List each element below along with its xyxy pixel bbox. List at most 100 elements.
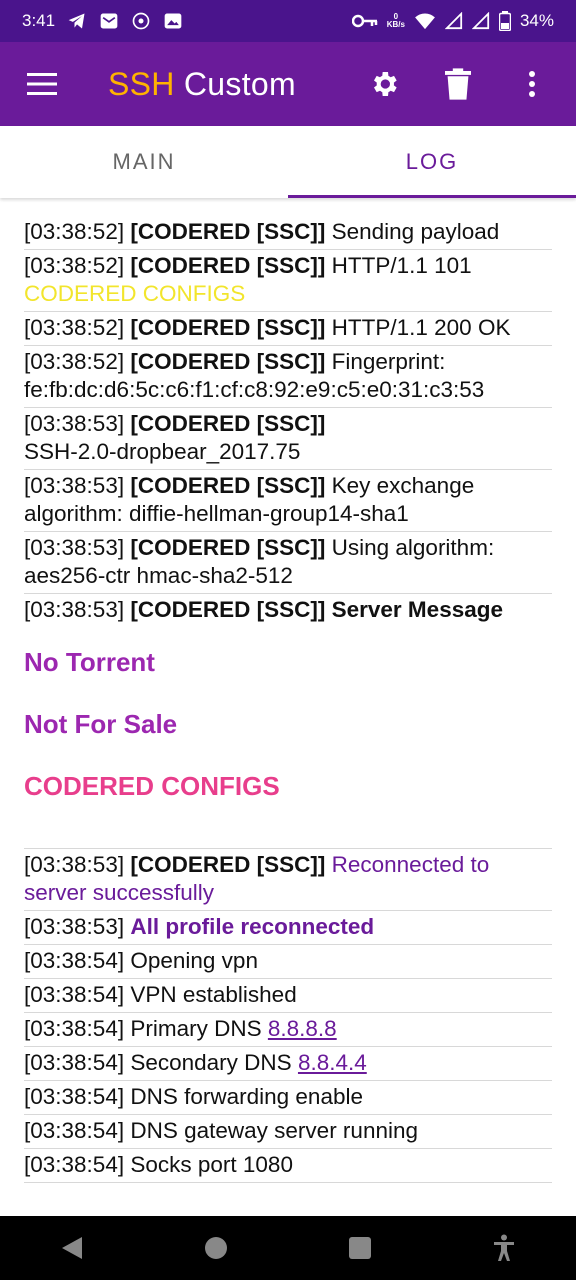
trash-icon bbox=[445, 68, 471, 100]
back-button[interactable] bbox=[48, 1224, 96, 1272]
gallery-icon bbox=[163, 11, 183, 31]
settings-button[interactable] bbox=[362, 62, 406, 106]
log-time: [03:38:54] bbox=[24, 1050, 125, 1075]
status-time: 3:41 bbox=[22, 11, 56, 30]
log-text: Sending payload bbox=[331, 219, 500, 244]
navigation-bar bbox=[0, 1216, 576, 1280]
log-entry: [03:38:53] [CODERED [SSC]] Server Messag… bbox=[24, 594, 552, 627]
log-time: [03:38:52] bbox=[24, 219, 125, 244]
log-list[interactable]: [03:38:52] [CODERED [SSC]] Sending paylo… bbox=[24, 216, 552, 1192]
menu-button[interactable] bbox=[22, 64, 62, 104]
log-text: Primary DNS bbox=[130, 1016, 262, 1041]
status-bar: 3:41 0 KB/s 34% bbox=[0, 0, 576, 42]
log-entry: [03:38:52] [CODERED [SSC]] Fingerprint: … bbox=[24, 346, 552, 408]
accessibility-button[interactable] bbox=[480, 1224, 528, 1272]
tab-main[interactable]: MAIN bbox=[0, 126, 288, 198]
signal-icon bbox=[444, 12, 463, 30]
log-entry: [03:38:53] [CODERED [SSC]] Using algorit… bbox=[24, 532, 552, 594]
log-text: VPN established bbox=[130, 982, 297, 1007]
divider bbox=[24, 841, 552, 849]
log-text: DNS gateway server running bbox=[130, 1118, 418, 1143]
log-tag: [CODERED [SSC]] bbox=[130, 852, 326, 877]
hamburger-icon bbox=[27, 73, 57, 95]
telegram-icon bbox=[67, 11, 87, 31]
log-text: SSH-2.0-dropbear_2017.75 bbox=[24, 439, 301, 464]
log-tag: [CODERED [SSC]] bbox=[130, 253, 326, 278]
app-title: SSH Custom bbox=[108, 66, 296, 103]
log-tag: [CODERED [SSC]] bbox=[130, 349, 326, 374]
mail-icon bbox=[99, 11, 119, 31]
log-time: [03:38:54] bbox=[24, 1084, 125, 1109]
log-time: [03:38:52] bbox=[24, 253, 125, 278]
log-text-fingerprint: fe:fb:dc:d6:5c:c6:f1:cf:c8:92:e9:c5:e0:3… bbox=[24, 377, 485, 402]
wifi-icon bbox=[414, 12, 436, 30]
log-text-highlight: CODERED CONFIGS bbox=[24, 281, 246, 306]
log-text: Opening vpn bbox=[130, 948, 258, 973]
log-entry: [03:38:54] Secondary DNS 8.8.4.4 bbox=[24, 1047, 552, 1081]
log-time: [03:38:53] bbox=[24, 597, 125, 622]
back-icon bbox=[62, 1237, 82, 1259]
log-entry: [03:38:52] [CODERED [SSC]] Sending paylo… bbox=[24, 216, 552, 250]
tab-bar: MAIN LOG bbox=[0, 126, 576, 198]
app-title-rest: Custom bbox=[174, 65, 296, 102]
log-time: [03:38:52] bbox=[24, 315, 125, 340]
log-text: All profile reconnected bbox=[130, 914, 375, 939]
log-text: Server Message bbox=[331, 597, 503, 622]
log-entry: [03:38:54] VPN established bbox=[24, 979, 552, 1013]
log-text: Socks port 1080 bbox=[130, 1152, 293, 1177]
log-entry: [03:38:54] Opening vpn bbox=[24, 945, 552, 979]
log-time: [03:38:53] bbox=[24, 411, 125, 436]
overflow-menu-button[interactable] bbox=[510, 62, 554, 106]
primary-dns-link[interactable]: 8.8.8.8 bbox=[268, 1016, 337, 1041]
log-entry: [03:38:54] Socks port 1080 bbox=[24, 1149, 552, 1183]
battery-percent: 34% bbox=[519, 11, 554, 30]
server-message-line: CODERED CONFIGS bbox=[24, 771, 280, 801]
gear-icon bbox=[374, 72, 397, 96]
log-tag: [CODERED [SSC]] bbox=[130, 473, 326, 498]
net-speed: 0 KB/s bbox=[386, 12, 405, 29]
log-text: DNS forwarding enable bbox=[130, 1084, 363, 1109]
recents-button[interactable] bbox=[336, 1224, 384, 1272]
app-icon bbox=[131, 11, 151, 31]
log-tag: [CODERED [SSC]] bbox=[130, 411, 326, 436]
log-text: Fingerprint: bbox=[331, 349, 446, 374]
clear-log-button[interactable] bbox=[436, 62, 480, 106]
log-time: [03:38:54] bbox=[24, 948, 125, 973]
log-tag: [CODERED [SSC]] bbox=[130, 597, 326, 622]
log-time: [03:38:52] bbox=[24, 349, 125, 374]
log-entry: [03:38:52] [CODERED [SSC]] HTTP/1.1 200 … bbox=[24, 312, 552, 346]
log-text: Secondary DNS bbox=[130, 1050, 292, 1075]
log-time: [03:38:54] bbox=[24, 1118, 125, 1143]
recents-icon bbox=[349, 1237, 371, 1259]
log-time: [03:38:54] bbox=[24, 982, 125, 1007]
tab-log[interactable]: LOG bbox=[288, 126, 576, 198]
app-title-accent: SSH bbox=[108, 65, 175, 102]
home-icon bbox=[205, 1237, 227, 1259]
app-bar: SSH Custom bbox=[0, 42, 576, 126]
log-entry: [03:38:53] [CODERED [SSC]] SSH-2.0-dropb… bbox=[24, 408, 552, 470]
more-vert-icon bbox=[529, 71, 535, 97]
log-time: [03:38:54] bbox=[24, 1016, 125, 1041]
log-text: HTTP/1.1 101 bbox=[331, 253, 472, 278]
server-message: No Torrent Not For Sale CODERED CONFIGS bbox=[24, 627, 552, 841]
log-entry: [03:38:54] Primary DNS 8.8.8.8 bbox=[24, 1013, 552, 1047]
accessibility-icon bbox=[494, 1234, 514, 1261]
log-time: [03:38:53] bbox=[24, 473, 125, 498]
log-entry: [03:38:54] DNS forwarding enable bbox=[24, 1081, 552, 1115]
log-entry: [03:38:53] [CODERED [SSC]] Reconnected t… bbox=[24, 849, 552, 911]
signal-icon bbox=[471, 12, 490, 30]
log-tag: [CODERED [SSC]] bbox=[130, 535, 326, 560]
log-entry: [03:38:53] [CODERED [SSC]] Key exchange … bbox=[24, 470, 552, 532]
log-tag: [CODERED [SSC]] bbox=[130, 315, 326, 340]
server-message-line: No Torrent bbox=[24, 647, 155, 677]
log-time: [03:38:53] bbox=[24, 535, 125, 560]
log-time: [03:38:54] bbox=[24, 1152, 125, 1177]
log-text: HTTP/1.1 200 OK bbox=[331, 315, 511, 340]
secondary-dns-link[interactable]: 8.8.4.4 bbox=[298, 1050, 367, 1075]
server-message-line: Not For Sale bbox=[24, 709, 178, 739]
battery-icon bbox=[498, 11, 511, 31]
log-time: [03:38:53] bbox=[24, 852, 125, 877]
log-time: [03:38:53] bbox=[24, 914, 125, 939]
log-entry: [03:38:54] DNS gateway server running bbox=[24, 1115, 552, 1149]
home-button[interactable] bbox=[192, 1224, 240, 1272]
